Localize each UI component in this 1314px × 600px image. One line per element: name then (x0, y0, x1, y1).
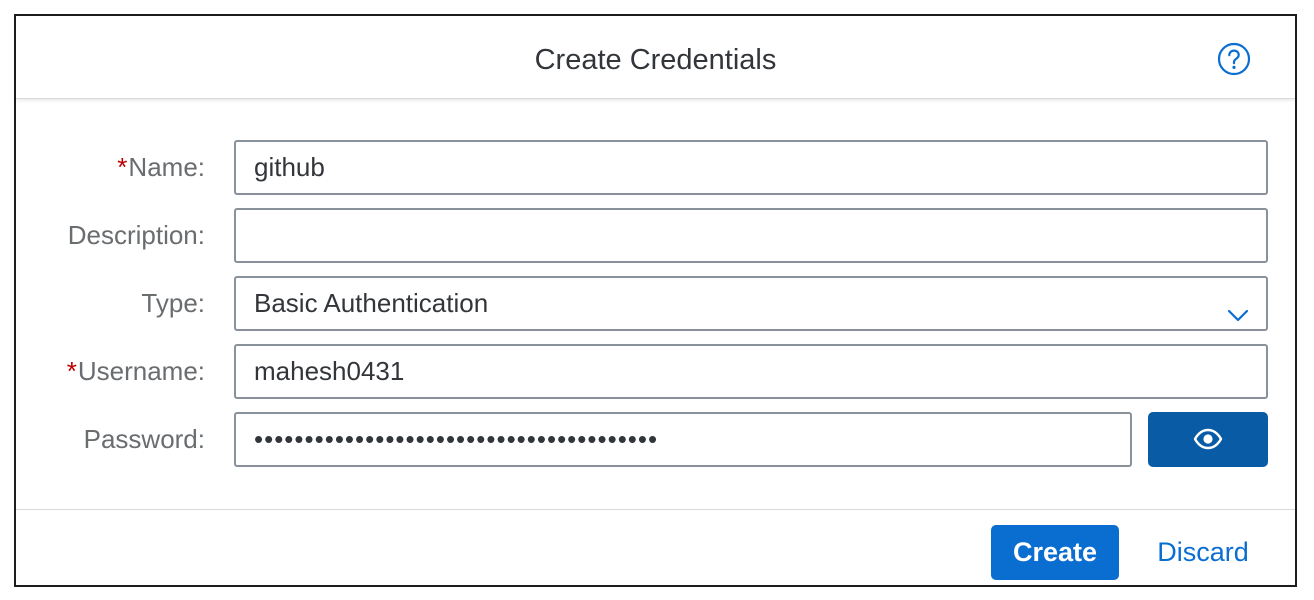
description-row: Description: (16, 208, 1295, 263)
username-label: *Username: (66, 356, 205, 386)
show-password-button[interactable] (1148, 412, 1268, 467)
create-credentials-dialog: Create Credentials *Name: Description: T… (14, 14, 1297, 587)
type-select[interactable]: Basic Authentication (234, 276, 1268, 331)
required-marker: * (117, 152, 128, 182)
dialog-header: Create Credentials (16, 16, 1295, 99)
name-row: *Name: (16, 140, 1295, 195)
chevron-down-icon[interactable] (1226, 293, 1250, 322)
type-label: Type: (141, 288, 205, 318)
dialog-title: Create Credentials (534, 44, 777, 76)
help-icon[interactable] (1217, 42, 1251, 76)
name-input[interactable] (234, 140, 1268, 195)
eye-icon (1193, 428, 1223, 450)
type-row: Type: Basic Authentication (16, 276, 1295, 331)
username-input[interactable] (234, 344, 1268, 399)
password-input[interactable] (234, 412, 1132, 467)
description-label: Description: (67, 220, 205, 250)
type-selected-value: Basic Authentication (254, 288, 489, 318)
username-row: *Username: (16, 344, 1295, 399)
name-label: *Name: (117, 152, 205, 182)
password-label: Password: (83, 424, 205, 454)
create-button[interactable]: Create (991, 525, 1119, 580)
dialog-footer: Create Discard (16, 509, 1295, 588)
required-marker: * (66, 356, 77, 386)
description-input[interactable] (234, 208, 1268, 263)
password-row: Password: (16, 412, 1295, 467)
discard-button[interactable]: Discard (1138, 525, 1268, 580)
